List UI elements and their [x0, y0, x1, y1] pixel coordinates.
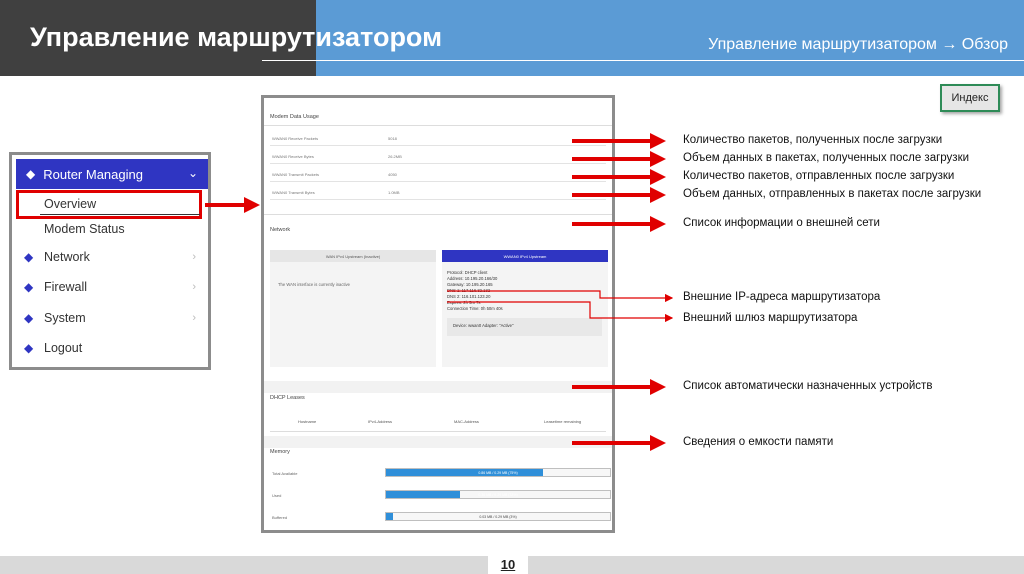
memory-label: Total Available [272, 471, 298, 476]
memory-label: Buffered [272, 515, 288, 520]
cube-icon: ◆ [24, 311, 34, 325]
annotation-network: Список информации о внешней сети [683, 217, 880, 229]
menu-item-overview[interactable]: Overview [44, 197, 96, 211]
memory-value: 0.36 MB / 0.29 MB (33%) [478, 493, 518, 497]
wan-device: Device: wwan0 Adapter: "Active" [453, 323, 514, 328]
wan-inactive-text: The WAN interface is currently inactive [278, 282, 350, 287]
row-key: WWAN0 Receive Bytes [272, 154, 314, 159]
menu-item-firewall[interactable]: ◆ Firewall › [24, 276, 200, 298]
memory-bar-track: 0.86 MB / 0.29 MB (75%) [385, 468, 611, 477]
memory-value: 0.86 MB / 0.29 MB (75%) [478, 471, 518, 475]
menu-item-label: System [44, 311, 86, 325]
table-row: WWAN0 Transmit Bytes 1.0MB [270, 184, 606, 200]
menu-router-managing[interactable]: ◆ Router Managing ⌄ [16, 159, 208, 189]
section-bar [264, 381, 612, 393]
annotation-gateway: Внешний шлюз маршрутизатора [683, 312, 858, 324]
menu-heading-label: Router Managing [43, 166, 143, 182]
menu-item-system[interactable]: ◆ System › [24, 307, 200, 329]
memory-section-title: Memory [270, 449, 290, 455]
dhcp-col-ipv4: IPv4-Address [368, 419, 393, 424]
memory-row: Used 0.36 MB / 0.29 MB (33%) [270, 487, 611, 503]
network-section-title: Network [270, 227, 291, 233]
memory-label: Used [272, 493, 282, 498]
chevron-down-icon: ⌄ [187, 166, 198, 180]
table-row: WWAN0 Receive Bytes 26.2MB [270, 148, 606, 164]
index-button[interactable]: Индекс [940, 84, 1000, 112]
row-value: 5018 [388, 136, 397, 141]
dhcp-col-hostname: Hostname [298, 419, 317, 424]
wan-device-box: Device: wwan0 Adapter: "Active" [447, 318, 602, 336]
overview-screenshot-panel: Modem Data Usage WWAN0 Receive Packets 5… [261, 95, 615, 533]
row-value: 26.2MB [388, 154, 402, 159]
cube-icon: ◆ [24, 341, 34, 355]
memory-row: Buffered 0.03 MB / 0.29 MB (3%) [270, 509, 611, 525]
wan-inactive-header: WAN IPv4 Upstream (Inactive) [270, 250, 436, 262]
memory-bar-track: 0.36 MB / 0.29 MB (33%) [385, 490, 611, 499]
menu-item-label: Network [44, 250, 90, 264]
annotation-memory: Сведения о емкости памяти [683, 436, 834, 448]
modem-section-title: Modem Data Usage [270, 114, 319, 120]
cube-icon: ◆ [24, 250, 34, 264]
divider [264, 125, 612, 126]
row-key: WWAN0 Transmit Packets [272, 172, 319, 177]
wan-connection-time: Connection Time: 0h 50m 40s [447, 306, 503, 311]
row-value: 1.0MB [388, 190, 400, 195]
annotation-ip: Внешние IP-адреса маршрутизатора [683, 291, 881, 303]
table-row: WWAN0 Transmit Packets 4050 [270, 166, 606, 182]
row-key: WWAN0 Receive Packets [272, 136, 319, 141]
dhcp-header-row: Hostname IPv4-Address MAC-Address Leaset… [270, 410, 606, 432]
section-bar [264, 436, 612, 448]
chevron-right-icon: › [192, 312, 196, 324]
divider [264, 214, 612, 215]
chevron-right-icon: › [192, 281, 196, 293]
memory-bar-track: 0.03 MB / 0.29 MB (3%) [385, 512, 611, 521]
memory-value: 0.03 MB / 0.29 MB (3%) [479, 515, 517, 519]
memory-row: Total Available 0.86 MB / 0.29 MB (75%) [270, 465, 611, 481]
row-value: 4050 [388, 172, 397, 177]
dhcp-col-leasetime: Leasetime remaining [544, 419, 582, 424]
annotation-tx-packets: Количество пакетов, отправленных после з… [683, 170, 955, 182]
page-number: 10 [488, 555, 528, 574]
overview-underline [40, 214, 200, 215]
annotation-dhcp: Список автоматически назначенных устройс… [683, 380, 933, 392]
cube-icon: ◆ [26, 167, 36, 181]
annotation-tx-bytes: Объем данных, отправленных в пакетах пос… [683, 188, 982, 200]
header-divider [262, 60, 1024, 61]
row-key: WWAN0 Transmit Bytes [272, 190, 315, 195]
wan-active-card: WWAN0 IPv4 Upstream Protocol: DHCP clien… [442, 250, 608, 367]
dhcp-section-title: DHCP Leases [270, 395, 305, 401]
chevron-right-icon: › [192, 251, 196, 263]
menu-item-modem-status[interactable]: Modem Status [44, 222, 125, 236]
wan-active-header: WWAN0 IPv4 Upstream [442, 250, 608, 262]
wan-inactive-card: WAN IPv4 Upstream (Inactive) The WAN int… [270, 250, 436, 367]
table-row: WWAN0 Receive Packets 5018 [270, 130, 606, 146]
dhcp-col-mac: MAC-Address [454, 419, 479, 424]
annotation-rx-packets: Количество пакетов, полученных после заг… [683, 134, 943, 146]
menu-item-label: Logout [44, 341, 83, 355]
menu-item-logout[interactable]: ◆ Logout [24, 337, 200, 359]
menu-item-label: Firewall [44, 280, 88, 294]
cube-icon: ◆ [24, 280, 34, 294]
page-title: Управление маршрутизатором [30, 22, 443, 52]
breadcrumb: Управление маршрутизатором → Обзор [708, 36, 1008, 53]
annotation-rx-bytes: Объем данных в пакетах, полученных после… [683, 152, 970, 164]
menu-item-network[interactable]: ◆ Network › [24, 246, 200, 268]
